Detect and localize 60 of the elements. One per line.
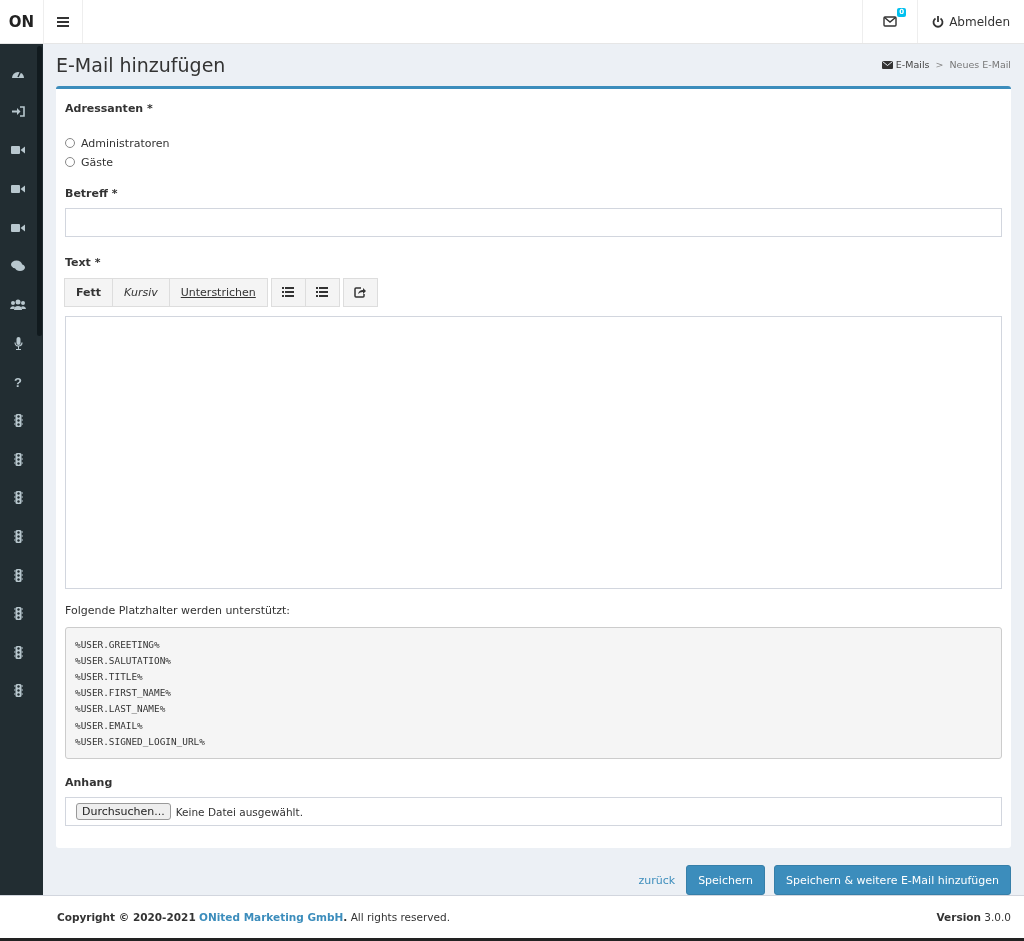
brand-logo[interactable]: ON [0, 0, 43, 43]
field-label: Adressanten * [65, 101, 154, 115]
menu-button[interactable] [43, 0, 83, 43]
bold-button[interactable]: Fett [64, 277, 114, 307]
video-camera-icon [11, 145, 25, 156]
placeholder-code: %USER.GREETING% [75, 637, 161, 652]
traffic-light-icon [13, 607, 23, 621]
list-icon [316, 287, 329, 298]
placeholder-code: %USER.LAST_NAME% [75, 702, 167, 717]
list-icon [282, 287, 295, 298]
traffic-light-icon [13, 645, 23, 659]
placeholder-code: %USER.TITLE% [75, 670, 144, 684]
menu-icon [57, 16, 69, 27]
underline-button[interactable]: Unterstrichen [168, 277, 268, 307]
list-button[interactable] [270, 277, 306, 307]
file-status: Keine Datei ausgewählt. [175, 805, 303, 818]
page-title: E-Mail hinzufügen [56, 53, 226, 76]
save-and-add-button[interactable]: Speichern & weitere E-Mail hinzufügen [774, 865, 1011, 895]
traffic-light-icon [13, 684, 23, 698]
video-camera-icon [11, 222, 25, 233]
traffic-light-icon [13, 529, 23, 543]
placeholder-code: %USER.EMAIL% [75, 718, 144, 733]
chat-icon [11, 260, 25, 273]
traffic-light-icon [13, 568, 23, 582]
logout-button[interactable]: Abmelden [917, 0, 1024, 43]
sidebar-item[interactable]: ? [0, 362, 36, 402]
video-camera-icon [11, 184, 25, 195]
file-field[interactable]: Durchsuchen... Keine Datei ausgewählt. [65, 797, 1002, 826]
envelope-icon [883, 16, 898, 27]
share-icon [354, 286, 367, 298]
login-icon [11, 106, 25, 118]
browse-button[interactable]: Durchsuchen... [76, 803, 171, 820]
save-button[interactable]: Speichern [686, 865, 766, 895]
breadcrumb-link[interactable]: E-Mails [881, 59, 930, 71]
traffic-light-icon [13, 414, 23, 428]
copyright-text: Copyright © 2020-2021 ONited Marketing GmbH. All rights reserved. [57, 911, 450, 923]
breadcrumb-separator: > [935, 59, 944, 71]
share-button[interactable] [342, 277, 378, 307]
microphone-icon [13, 336, 23, 350]
version-text: Version 3.0.0 [936, 911, 1011, 923]
placeholder-code: %USER.SALUTATION% [75, 653, 172, 668]
list-button[interactable] [304, 277, 340, 307]
breadcrumb-current: Neues E-Mail [949, 59, 1011, 71]
users-icon [10, 299, 26, 311]
placeholder-caption: Folgende Platzhalter werden unterstützt: [65, 603, 292, 617]
radio-label: Gäste [81, 155, 114, 169]
power-icon [932, 15, 945, 28]
scrollbar[interactable] [37, 46, 42, 336]
field-label: Text * [65, 255, 102, 269]
traffic-light-icon [13, 491, 23, 505]
italic-button[interactable]: Kursiv [112, 277, 170, 307]
subject-field[interactable] [65, 207, 1002, 237]
envelope-icon [881, 60, 893, 69]
company-link[interactable]: ONited Marketing GmbH [199, 911, 344, 923]
field-label: Betreff * [65, 186, 119, 200]
radio-label: Administratoren [81, 136, 170, 150]
placeholder-code: %USER.FIRST_NAME% [75, 686, 172, 701]
traffic-light-icon [13, 452, 23, 466]
placeholder-code: %USER.SIGNED_LOGIN_URL% [75, 734, 206, 749]
field-label: Anhang [65, 776, 114, 789]
